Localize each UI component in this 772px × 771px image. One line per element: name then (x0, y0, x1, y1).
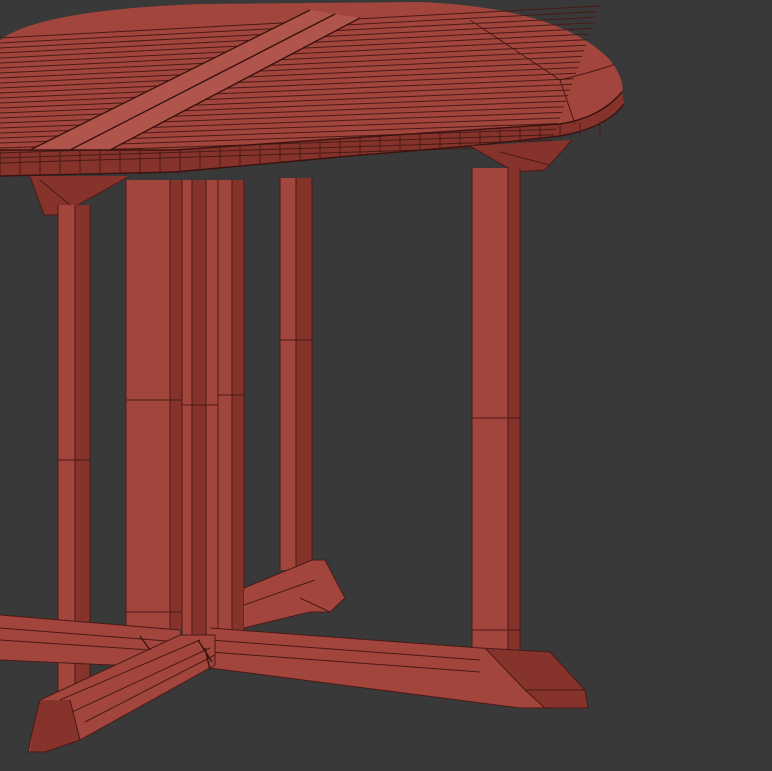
3d-viewport[interactable] (0, 0, 772, 771)
round-table-wireframe-render (0, 2, 625, 753)
